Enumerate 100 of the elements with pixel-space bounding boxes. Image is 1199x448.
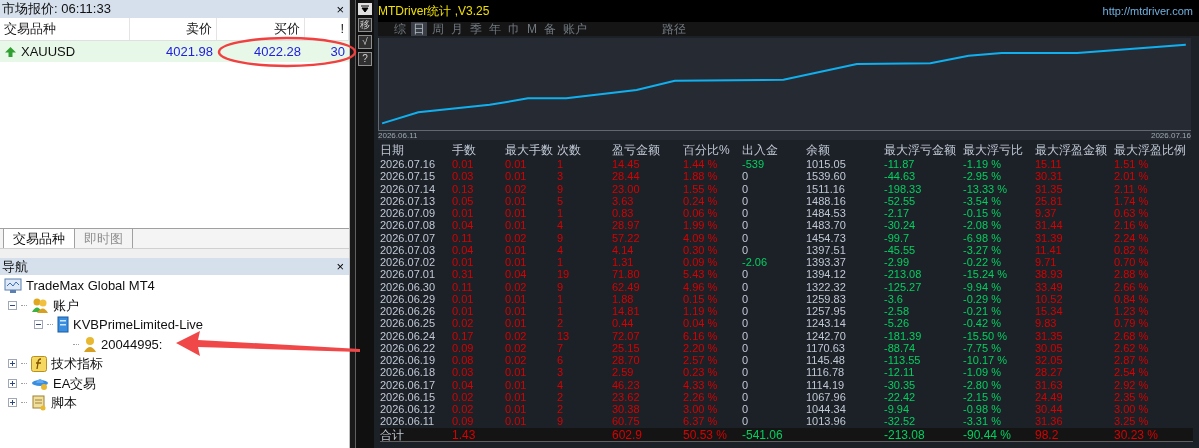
quote-row[interactable]: XAUUSD 4021.98 4022.28 30 xyxy=(0,41,349,62)
table-cell-text: 1488.16 xyxy=(806,194,847,207)
table-cell-text: 0.02 xyxy=(505,354,528,367)
table-cell-text: 2.20 % xyxy=(683,341,719,354)
table-cell-text: -12.11 xyxy=(884,366,916,379)
table-cell-text: 1539.60 xyxy=(806,170,847,183)
expand-icon[interactable] xyxy=(8,359,17,369)
collapse-icon[interactable] xyxy=(34,320,43,330)
expand-icon[interactable] xyxy=(8,378,17,388)
table-cell-text: 14.45 xyxy=(612,158,641,171)
period-tab[interactable]: 月 xyxy=(449,22,465,36)
tree-item[interactable]: 脚本 xyxy=(51,393,77,413)
table-cell-text: 2 xyxy=(557,390,565,403)
up-arrow-icon xyxy=(4,45,17,58)
table-cell-text: -113.55 xyxy=(884,354,922,367)
period-tab[interactable]: 日 xyxy=(411,22,427,36)
table-cell-text: 0.17 xyxy=(452,329,475,342)
table-cell-text: 23.62 xyxy=(612,390,641,403)
table-cell-text: 0.23 % xyxy=(683,366,719,379)
close-button[interactable]: × xyxy=(333,2,347,16)
table-cell-text: -1.19 % xyxy=(963,158,1002,171)
column-header[interactable]: 卖价 xyxy=(130,18,217,40)
table-cell-text: -2.17 xyxy=(884,207,911,220)
toolbar-button[interactable]: ? xyxy=(358,52,372,66)
period-tab[interactable]: 备 xyxy=(542,22,558,36)
tree-item[interactable]: KVBPrimeLimited-Live xyxy=(73,315,204,335)
table-cell-text: 0.01 xyxy=(452,292,475,305)
period-tab[interactable]: 周 xyxy=(430,22,446,36)
period-tab[interactable]: 账户 xyxy=(561,22,589,36)
table-cell-text: 2026.07.01 xyxy=(380,268,437,281)
collapse-icon[interactable] xyxy=(8,300,17,310)
table-cell-text: 5.43 % xyxy=(683,268,719,281)
website-link[interactable]: http://mtdriver.com xyxy=(1102,2,1193,20)
table-cell-text: 0.02 xyxy=(452,317,475,330)
period-tab[interactable]: 综 xyxy=(392,22,408,36)
total-cell-text: -213.08 xyxy=(884,427,926,442)
table-cell-text: 46.23 xyxy=(612,378,641,391)
tree-item[interactable]: 20044995: xyxy=(101,334,163,354)
table-cell-text: 71.80 xyxy=(612,268,641,281)
column-header: 最大浮盈金额 xyxy=(1035,143,1108,158)
table-cell-text: 0.70 % xyxy=(1114,256,1150,269)
tab[interactable]: 交易品种 xyxy=(3,229,75,248)
table-cell-text: 2026.06.25 xyxy=(380,317,437,330)
total-cell-text: -541.06 xyxy=(742,427,784,442)
table-cell-text: 0.02 xyxy=(452,390,475,403)
table-cell-text: 0.13 xyxy=(452,182,475,195)
table-cell-text: 9.37 xyxy=(1035,207,1058,220)
total-cell-text: 98.2 xyxy=(1035,427,1060,442)
period-tab[interactable]: M xyxy=(525,22,539,36)
table-cell-text: 23.00 xyxy=(612,182,641,195)
column-header[interactable]: 交易品种 xyxy=(0,18,130,40)
table-cell-text: -52.55 xyxy=(884,194,917,207)
total-cell-text: 602.9 xyxy=(612,427,644,442)
table-cell-text: -2.80 % xyxy=(963,378,1002,391)
table-cell-text: -9.94 xyxy=(884,403,911,416)
table-cell-text: 0.02 xyxy=(505,182,528,195)
table-cell-text: 3 xyxy=(557,366,565,379)
table-cell-text: 1242.70 xyxy=(806,329,847,342)
table-cell-text: 2.57 % xyxy=(683,354,719,367)
table-cell-text: 1.74 % xyxy=(1114,194,1150,207)
period-tab[interactable]: 季 xyxy=(468,22,484,36)
table-cell-text: 25.15 xyxy=(612,341,641,354)
table-cell-text: 1483.70 xyxy=(806,219,847,232)
table-cell-text: -2.58 xyxy=(884,305,911,318)
table-cell-text: 0.01 xyxy=(505,170,528,183)
table-cell-text: 0 xyxy=(742,403,750,416)
toolbar-button[interactable]: √ xyxy=(358,35,372,49)
tree-item[interactable]: 账户 xyxy=(53,295,79,315)
column-header[interactable]: 买价 xyxy=(217,18,305,40)
table-cell-text: 2026.06.11 xyxy=(380,415,436,428)
column-header[interactable]: ! xyxy=(305,18,349,40)
table-cell-text: 0.01 xyxy=(452,305,475,318)
table-cell-text: 0.02 xyxy=(452,403,475,416)
table-cell-text: 0 xyxy=(742,292,750,305)
column-header: 盈亏金额 xyxy=(612,143,661,158)
table-cell-text: 4 xyxy=(557,219,565,232)
table-cell-text: 0 xyxy=(742,366,750,379)
table-cell-text: 0.83 xyxy=(612,207,635,220)
expand-icon[interactable] xyxy=(8,398,17,408)
table-cell-text: 2026.06.12 xyxy=(380,403,437,416)
period-tab[interactable]: 巾 xyxy=(506,22,522,36)
table-cell-text: 1.88 xyxy=(612,292,635,305)
table-cell-text: 4.09 % xyxy=(683,231,719,244)
table-cell-text: 1067.96 xyxy=(806,390,847,403)
axis-label: 2026.06.11 xyxy=(378,131,418,140)
table-cell-text: 0.02 xyxy=(505,329,528,342)
table-cell-text: 1.88 % xyxy=(683,170,719,183)
table-cell-text: -9.94 % xyxy=(963,280,1002,293)
tree-item[interactable]: EA交易 xyxy=(53,373,97,393)
period-tab[interactable]: 年 xyxy=(487,22,503,36)
table-cell-text: 0 xyxy=(742,390,750,403)
close-button[interactable]: × xyxy=(333,260,347,273)
table-cell-text: 0.04 xyxy=(452,243,475,256)
table-cell-text: 9.83 xyxy=(1035,317,1058,330)
table-cell-text: -2.15 % xyxy=(963,390,1002,403)
path-tab[interactable]: 路径 xyxy=(662,22,686,36)
tree-item[interactable]: TradeMax Global MT4 xyxy=(26,276,155,296)
dropdown-button[interactable] xyxy=(358,3,372,15)
toolbar-button[interactable]: 移 xyxy=(358,18,372,32)
tree-item[interactable]: 技术指标 xyxy=(51,354,103,374)
